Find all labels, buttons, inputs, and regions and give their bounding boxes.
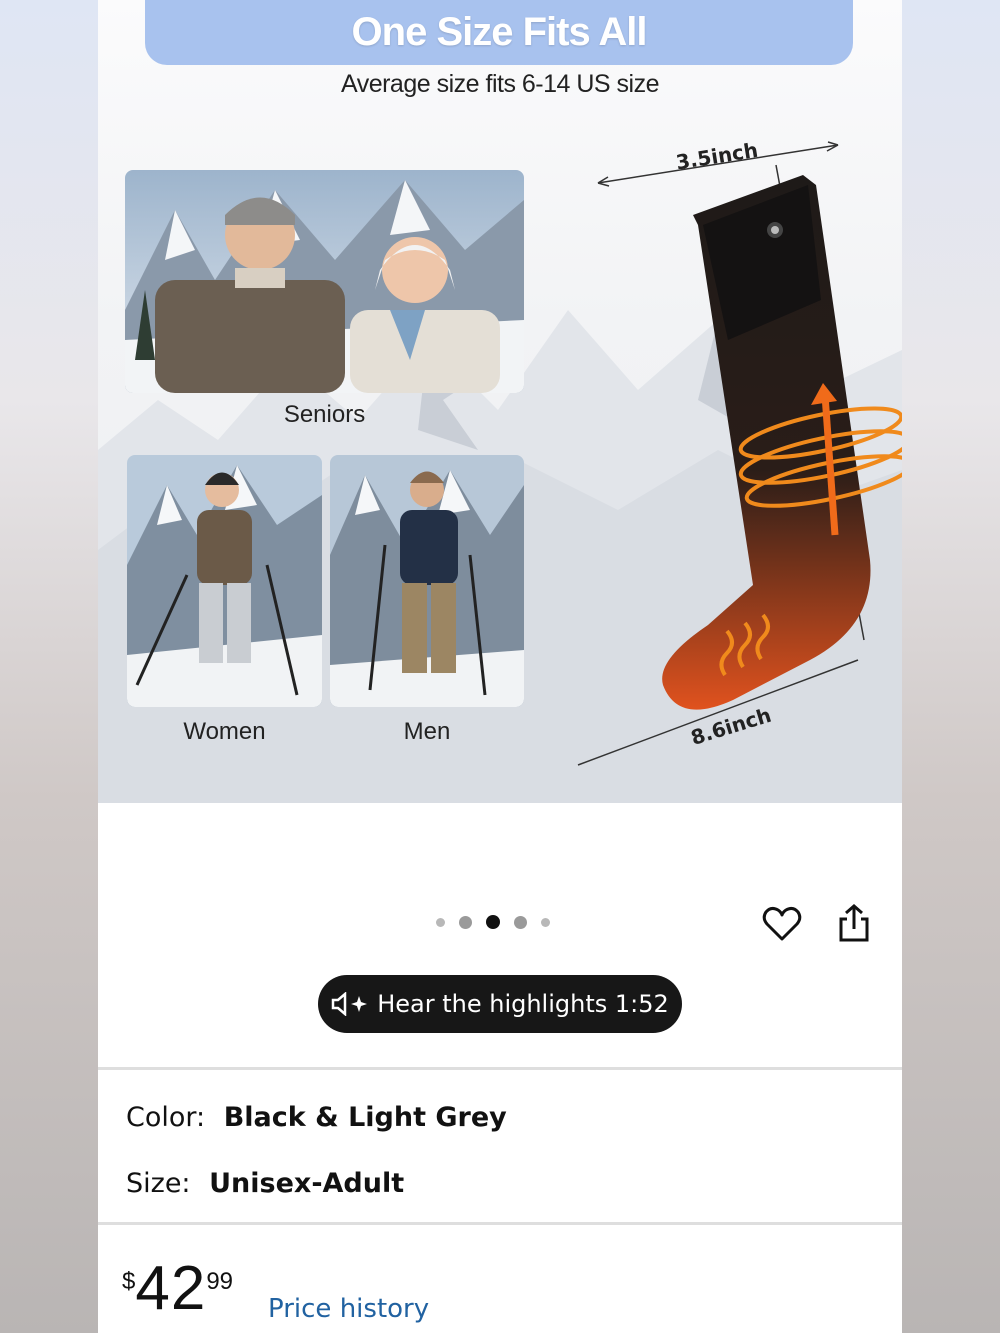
women-photo — [127, 455, 322, 707]
color-selector[interactable]: Color: Black & Light Grey — [126, 1102, 507, 1133]
svg-text:3.5inch: 3.5inch — [674, 138, 759, 175]
carousel-dot[interactable] — [541, 917, 550, 927]
speaker-sparkle-icon — [331, 992, 368, 1016]
carousel-dot-active[interactable] — [486, 915, 500, 929]
caption-men: Men — [403, 718, 451, 745]
price-history-link[interactable]: Price history — [268, 1294, 429, 1324]
share-button[interactable] — [836, 903, 872, 943]
hear-highlights-label: Hear the highlights 1:52 — [377, 990, 669, 1018]
background-right — [902, 0, 1000, 1333]
carousel-dot[interactable] — [459, 915, 472, 929]
divider — [98, 1222, 902, 1225]
size-selector[interactable]: Size: Unisex-Adult — [126, 1168, 404, 1199]
carousel-dot[interactable] — [514, 915, 527, 929]
size-subtitle: Average size fits 6-14 US size — [340, 70, 660, 98]
men-photo — [330, 455, 524, 707]
share-icon — [839, 904, 869, 942]
svg-text:8.6inch: 8.6inch — [688, 703, 774, 750]
heated-sock-illustration: 3.5inch 15inch 8.6inch — [577, 138, 902, 766]
wishlist-button[interactable] — [761, 902, 803, 944]
size-value: Unisex-Adult — [209, 1168, 405, 1199]
product-image[interactable]: One Size Fits All Average size fits 6-14… — [98, 0, 902, 803]
carousel-dot[interactable] — [436, 917, 445, 927]
product-page: One Size Fits All Average size fits 6-14… — [98, 0, 902, 1333]
size-label: Size: — [126, 1168, 191, 1199]
color-value: Black & Light Grey — [223, 1102, 507, 1133]
price-fraction: 99 — [206, 1268, 234, 1295]
color-label: Color: — [126, 1102, 206, 1133]
dim-top-width: 3.5inch — [674, 138, 759, 175]
banner-title: One Size Fits All — [351, 10, 648, 54]
background-left — [0, 0, 98, 1333]
caption-seniors: Seniors — [283, 401, 366, 428]
divider — [98, 1067, 902, 1070]
size-banner: One Size Fits All — [145, 0, 853, 65]
dim-foot-length: 8.6inch — [688, 703, 774, 750]
price-whole: 42 — [135, 1254, 207, 1323]
seniors-photo — [125, 170, 524, 393]
price-currency: $ — [122, 1268, 136, 1295]
price: $ 42 99 — [122, 1258, 233, 1320]
heart-icon — [762, 906, 802, 941]
carousel-dots[interactable] — [436, 915, 550, 929]
hear-highlights-button[interactable]: Hear the highlights 1:52 — [318, 975, 682, 1033]
caption-women: Women — [183, 718, 266, 745]
